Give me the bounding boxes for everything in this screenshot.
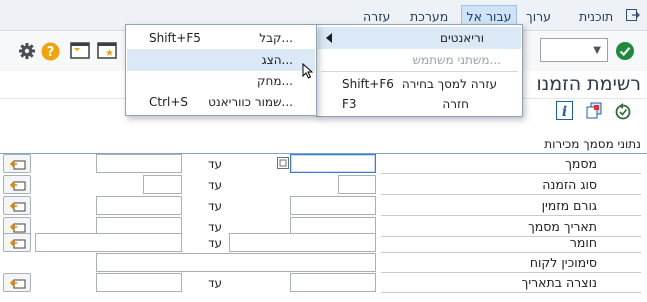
menu-separator	[321, 71, 518, 72]
label-orderer: גורם מזמין	[541, 198, 597, 213]
menu-item-delete-variant[interactable]: מחק...	[127, 70, 315, 92]
command-field[interactable]: ▼	[540, 38, 608, 62]
to-label: עד	[208, 220, 223, 234]
svg-text:i: i	[562, 104, 567, 120]
label-underline	[381, 272, 641, 273]
menu-item-display-variant[interactable]: הצג...	[127, 49, 315, 71]
label-underline	[381, 252, 641, 253]
created-on-from-input[interactable]	[290, 273, 376, 292]
label-material: חומר	[569, 235, 597, 250]
menu-item-get-variant[interactable]: Shift+F5 קבל...	[127, 27, 315, 49]
shortcut-window-icon[interactable]: ★	[97, 41, 119, 61]
menu-item-back[interactable]: F3 חזרה	[318, 93, 521, 115]
label-underline	[381, 236, 641, 237]
menu-item-variants[interactable]: וריאנטים	[318, 27, 521, 49]
menu-edit[interactable]: ערוך	[526, 9, 551, 24]
menu-item-user-variables: משתני משתמש...	[412, 53, 502, 67]
order-type-from-input[interactable]	[338, 175, 376, 194]
new-window-icon[interactable]	[70, 41, 92, 61]
multiple-selection-button[interactable]	[3, 273, 31, 292]
label-underline	[381, 194, 641, 195]
orderer-to-input[interactable]	[96, 196, 182, 215]
exit-icon[interactable]	[626, 9, 640, 21]
multiple-selection-button[interactable]	[3, 233, 31, 252]
orderer-from-input[interactable]	[290, 196, 376, 215]
order-type-to-input[interactable]	[143, 175, 182, 194]
multiple-selection-button[interactable]	[3, 154, 31, 173]
label-order-type: סוג הזמנה	[542, 177, 597, 192]
label-underline	[381, 292, 641, 293]
label-document: מסמך	[565, 156, 597, 171]
document-to-input[interactable]	[96, 154, 182, 173]
submenu-arrow-icon	[326, 33, 332, 43]
goto-menu: וריאנטים משתני משתמש... Shift+F6 עזרה למ…	[316, 24, 523, 117]
variants-submenu: Shift+F5 קבל... הצג... מחק... Ctrl+S שמו…	[125, 24, 317, 116]
label-customer-ref: סימוכין לקוח	[529, 255, 597, 270]
customer-ref-input[interactable]	[96, 253, 376, 272]
multiple-selection-icon	[10, 239, 26, 249]
label-underline	[381, 215, 641, 216]
svg-text:★: ★	[105, 48, 114, 59]
mouse-cursor-icon	[302, 63, 314, 79]
to-label: עד	[208, 178, 223, 192]
help-icon[interactable]: ?	[41, 42, 60, 61]
menu-help[interactable]: עזרה	[363, 9, 390, 24]
to-label: עד	[208, 236, 223, 250]
multiple-selection-icon	[10, 279, 26, 289]
gear-icon[interactable]	[18, 42, 36, 60]
multiple-selection-button[interactable]	[3, 196, 31, 215]
created-on-to-input[interactable]	[96, 273, 182, 292]
chevron-down-icon[interactable]: ▼	[593, 45, 601, 56]
material-to-input[interactable]	[35, 233, 182, 252]
multiple-selection-icon	[10, 202, 26, 212]
document-from-input[interactable]	[290, 154, 376, 173]
material-from-input[interactable]	[229, 233, 376, 252]
label-doc-date: תאריך מסמך	[528, 219, 597, 234]
multiple-selection-button[interactable]	[3, 175, 31, 194]
multiple-selection-icon	[10, 160, 26, 170]
to-label: עד	[208, 199, 223, 213]
to-label: עד	[208, 157, 223, 171]
page-title: רשימת הזמנו	[536, 73, 641, 95]
menu-item-save-variant[interactable]: Ctrl+S שמור כווריאנט...	[127, 91, 315, 113]
menu-program[interactable]: תוכנית	[579, 9, 613, 24]
menu-item-selection-help[interactable]: Shift+F6 עזרה למסך בחירה	[318, 73, 521, 95]
enter-check-icon[interactable]	[615, 41, 635, 61]
label-created-on: נוצרה בתאריך	[521, 275, 597, 290]
value-help-icon[interactable]	[277, 157, 289, 169]
section-header: נתוני מסמך מכירות	[0, 137, 647, 154]
label-underline	[381, 173, 641, 174]
svg-text:?: ?	[47, 45, 55, 60]
menu-system[interactable]: מערכת	[410, 9, 448, 24]
section-title: נתוני מסמך מכירות	[544, 137, 641, 151]
info-icon[interactable]: i	[556, 101, 573, 120]
copy-variant-icon[interactable]	[585, 102, 603, 120]
to-label: עד	[208, 276, 223, 290]
multiple-selection-icon	[10, 223, 26, 233]
multiple-selection-icon	[10, 181, 26, 191]
execute-icon[interactable]	[614, 102, 632, 120]
